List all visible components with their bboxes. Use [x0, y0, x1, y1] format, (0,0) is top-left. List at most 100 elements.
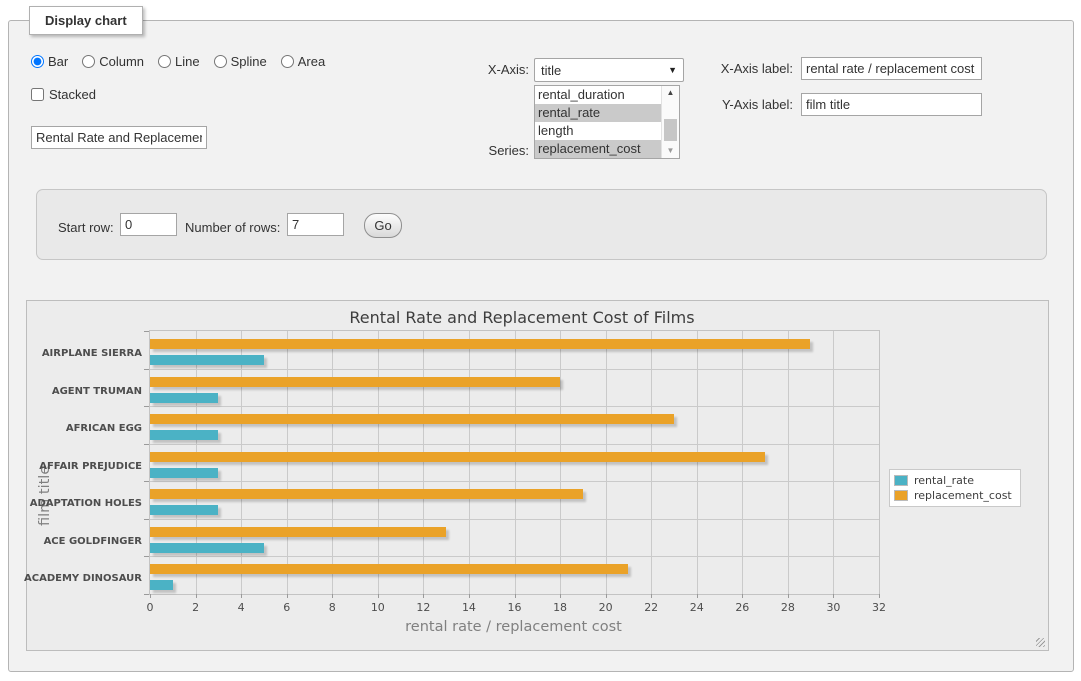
bar-rental_rate [150, 393, 218, 403]
chart-type-option-spline[interactable]: Spline [214, 54, 267, 69]
y-axis-label-text: Y-Axis label: [693, 97, 793, 112]
x-tick-label: 26 [727, 601, 757, 614]
bar-replacement_cost [150, 339, 810, 349]
plot-area: 02468101214161820222426283032AIRPLANE SI… [149, 330, 880, 595]
tick-mark [287, 594, 288, 598]
chart-title-input[interactable] [31, 126, 207, 149]
bar-replacement_cost [150, 489, 583, 499]
start-row-input[interactable] [120, 213, 177, 236]
bar-rental_rate [150, 580, 173, 590]
legend-item-replacement_cost: replacement_cost [894, 488, 1012, 503]
x-axis-select[interactable]: title ▼ [534, 58, 684, 82]
series-option-replacement_cost[interactable]: replacement_cost [535, 140, 662, 158]
gridline [515, 331, 516, 594]
tick-mark [651, 594, 652, 598]
chart-type-radio-bar[interactable] [31, 55, 44, 68]
chart-type-radio-label: Line [175, 54, 200, 69]
tick-mark [788, 594, 789, 598]
tick-mark [879, 594, 880, 598]
bar-rental_rate [150, 505, 218, 515]
x-axis-label-input[interactable] [801, 57, 982, 80]
series-option-length[interactable]: length [535, 122, 662, 140]
tick-mark [144, 481, 149, 482]
tick-mark [144, 594, 149, 595]
x-tick-label: 30 [818, 601, 848, 614]
x-tick-label: 14 [454, 601, 484, 614]
chart-type-option-area[interactable]: Area [281, 54, 325, 69]
tick-mark [196, 594, 197, 598]
chart-legend: rental_ratereplacement_cost [889, 469, 1021, 507]
bar-replacement_cost [150, 377, 560, 387]
tick-mark [833, 594, 834, 598]
tick-mark [144, 519, 149, 520]
chart-type-radio-label: Column [99, 54, 144, 69]
chart-type-radio-label: Bar [48, 54, 68, 69]
tick-mark [150, 594, 151, 598]
scrollbar-thumb[interactable] [664, 119, 677, 141]
gridline [150, 519, 879, 520]
scroll-down-icon[interactable]: ▼ [662, 144, 679, 158]
chart-type-radio-label: Spline [231, 54, 267, 69]
series-options: rental_durationrental_ratelengthreplacem… [535, 86, 662, 158]
chart-type-radios: Bar Column Line Spline Area [31, 54, 325, 69]
chart-type-radio-area[interactable] [281, 55, 294, 68]
x-tick-label: 6 [272, 601, 302, 614]
x-tick-label: 2 [181, 601, 211, 614]
stacked-checkbox[interactable] [31, 88, 44, 101]
x-tick-label: 16 [500, 601, 530, 614]
gridline [378, 331, 379, 594]
gridline [469, 331, 470, 594]
scroll-up-icon[interactable]: ▲ [662, 86, 679, 100]
fieldset-legend: Display chart [29, 6, 143, 35]
chart-type-option-line[interactable]: Line [158, 54, 200, 69]
legend-swatch [894, 490, 908, 501]
tick-mark [742, 594, 743, 598]
series-option-rental_duration[interactable]: rental_duration [535, 86, 662, 104]
chart-type-radio-line[interactable] [158, 55, 171, 68]
gridline [833, 331, 834, 594]
x-tick-label: 32 [864, 601, 894, 614]
rows-panel: Start row: Number of rows: Go [36, 189, 1047, 260]
go-button[interactable]: Go [364, 213, 402, 238]
x-axis-label-text: X-Axis label: [693, 61, 793, 76]
bar-rental_rate [150, 430, 218, 440]
category-label: AFFAIR PREJUDICE [22, 461, 142, 472]
tick-mark [469, 594, 470, 598]
chart-panel: Rental Rate and Replacement Cost of Film… [26, 300, 1049, 651]
num-rows-input[interactable] [287, 213, 344, 236]
bar-rental_rate [150, 468, 218, 478]
x-tick-label: 8 [317, 601, 347, 614]
tick-mark [241, 594, 242, 598]
bar-replacement_cost [150, 414, 674, 424]
y-axis-label-input[interactable] [801, 93, 982, 116]
chart-type-radio-spline[interactable] [214, 55, 227, 68]
x-axis-title: rental rate / replacement cost [149, 619, 878, 635]
x-axis-select-value: title [541, 63, 561, 78]
tick-mark [697, 594, 698, 598]
category-label: AGENT TRUMAN [22, 386, 142, 397]
gridline [651, 331, 652, 594]
gridline [241, 331, 242, 594]
tick-mark [144, 444, 149, 445]
x-tick-label: 10 [363, 601, 393, 614]
tick-mark [560, 594, 561, 598]
tick-mark [144, 406, 149, 407]
gridline [560, 331, 561, 594]
chart-type-radio-column[interactable] [82, 55, 95, 68]
chart-type-option-bar[interactable]: Bar [31, 54, 68, 69]
series-scrollbar[interactable]: ▲ ▼ [661, 86, 679, 158]
resize-grip-icon[interactable] [1036, 638, 1045, 647]
x-tick-label: 20 [591, 601, 621, 614]
num-rows-label: Number of rows: [185, 220, 295, 235]
display-chart-fieldset: Display chart BarColumnLineSplineArea St… [8, 20, 1074, 672]
category-label: AFRICAN EGG [22, 423, 142, 434]
x-tick-label: 22 [636, 601, 666, 614]
series-option-rental_rate[interactable]: rental_rate [535, 104, 662, 122]
tick-mark [144, 369, 149, 370]
category-label: ACADEMY DINOSAUR [22, 573, 142, 584]
tick-mark [515, 594, 516, 598]
stacked-option[interactable]: Stacked [31, 87, 96, 102]
chart-type-option-column[interactable]: Column [82, 54, 144, 69]
legend-label: replacement_cost [914, 489, 1012, 502]
series-listbox[interactable]: rental_durationrental_ratelengthreplacem… [534, 85, 680, 159]
